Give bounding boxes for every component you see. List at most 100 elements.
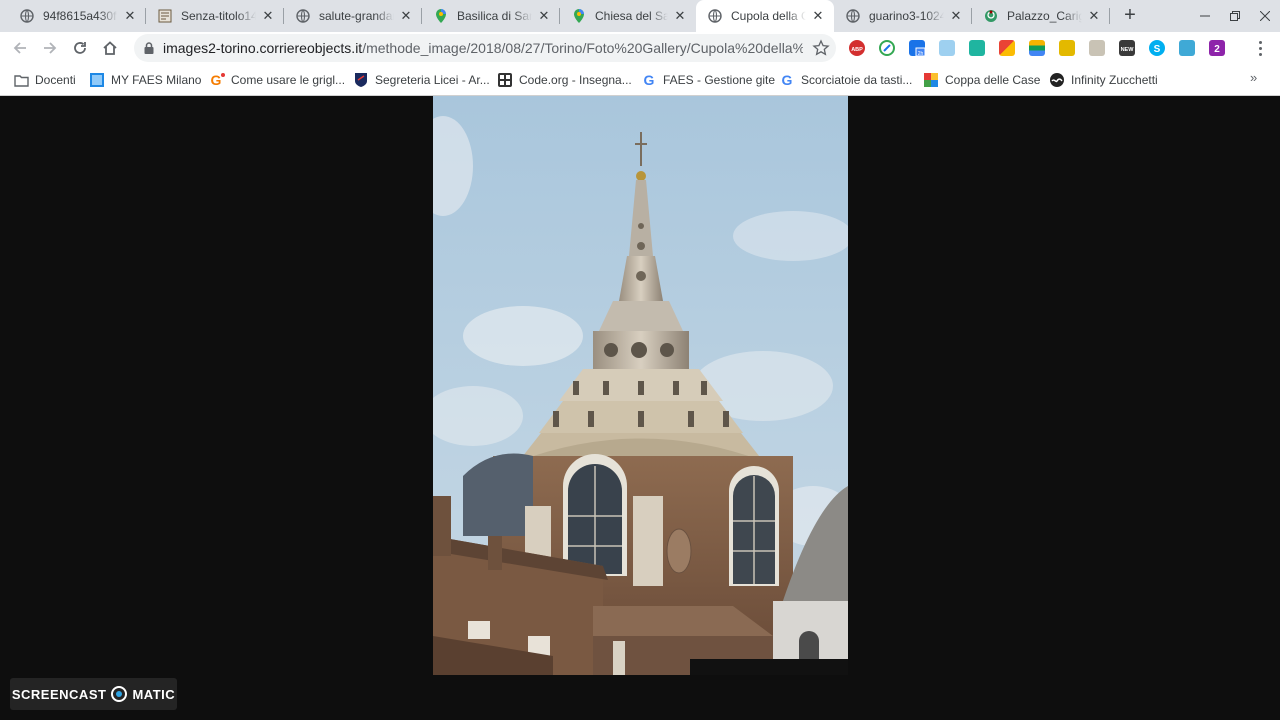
g-orange-icon: G <box>209 72 225 88</box>
bookmark-grigl[interactable]: G Come usare le grigl... <box>209 70 345 90</box>
minimize-icon[interactable] <box>1190 0 1220 32</box>
bookmark-label: Infinity Zucchetti <box>1071 73 1158 87</box>
close-icon[interactable]: ✕ <box>810 8 826 24</box>
tab-title: Senza-titolo14 <box>181 9 256 23</box>
svg-text:S: S <box>1154 44 1161 55</box>
tab-7[interactable]: guarino3-1024 ✕ <box>834 0 972 32</box>
tab-title: salute-grandan <box>319 9 394 23</box>
cloud-extension-icon[interactable] <box>1179 40 1195 56</box>
adblock-icon[interactable]: ABP <box>849 40 865 56</box>
bookmarks-overflow-icon[interactable]: » <box>1250 70 1257 85</box>
window-close-icon[interactable] <box>1250 0 1280 32</box>
restore-icon[interactable] <box>1220 0 1250 32</box>
infinity-icon <box>1049 72 1065 88</box>
bookmark-docenti[interactable]: Docenti <box>13 70 76 90</box>
browser-menu-icon[interactable] <box>1252 37 1268 59</box>
bookmark-label: Code.org - Insegna... <box>519 73 632 87</box>
two-extension-icon[interactable]: 2 <box>1209 40 1225 56</box>
bookmark-label: Coppa delle Case <box>945 73 1041 87</box>
bookmark-label: Docenti <box>35 73 76 87</box>
tab-title: Cupola della C <box>731 9 806 23</box>
close-icon[interactable]: ✕ <box>398 8 414 24</box>
close-icon[interactable]: ✕ <box>672 8 688 24</box>
tab-3[interactable]: salute-grandan ✕ <box>284 0 422 32</box>
bookmark-infinity[interactable]: Infinity Zucchetti <box>1049 70 1158 90</box>
speed-extension-icon[interactable] <box>879 40 895 56</box>
globe-icon <box>845 8 861 24</box>
bookmarks-bar: Docenti MY FAES Milano G Come usare le g… <box>0 64 1280 96</box>
tab-4[interactable]: Basilica di Sant ✕ <box>422 0 560 32</box>
code-org-icon <box>497 72 513 88</box>
screen-extension-icon[interactable] <box>969 40 985 56</box>
image-extension-icon[interactable] <box>939 40 955 56</box>
record-icon <box>111 686 128 702</box>
bookmark-my-faes[interactable]: MY FAES Milano <box>89 70 201 90</box>
close-icon[interactable]: ✕ <box>948 8 964 24</box>
stack-extension-icon[interactable] <box>1029 40 1045 56</box>
globe-icon <box>707 8 723 24</box>
color-extension-icon[interactable] <box>999 40 1015 56</box>
bookmark-segreteria[interactable]: Segreteria Licei - Ar... <box>353 70 490 90</box>
tools-extension-icon[interactable] <box>1059 40 1075 56</box>
tab-8[interactable]: Palazzo_Carign ✕ <box>972 0 1110 32</box>
tab-2[interactable]: Senza-titolo14 ✕ <box>146 0 284 32</box>
faes-icon <box>89 72 105 88</box>
new-extension-icon[interactable]: NEW <box>1119 40 1135 56</box>
tab-active[interactable]: Cupola della C ✕ <box>696 0 834 32</box>
home-icon[interactable] <box>98 36 122 60</box>
address-bar[interactable]: images2-torino.corriereobjects.it/method… <box>134 34 836 62</box>
close-icon[interactable]: ✕ <box>122 8 138 24</box>
reload-icon[interactable] <box>68 36 92 60</box>
bookmark-label: Scorciatoie da tasti... <box>801 73 913 87</box>
bookmark-label: Come usare le grigl... <box>231 73 346 87</box>
screencast-watermark: SCREENCAST MATIC <box>10 678 177 710</box>
close-icon[interactable]: ✕ <box>260 8 276 24</box>
back-icon[interactable] <box>8 36 32 60</box>
browser-toolbar: images2-torino.corriereobjects.it/method… <box>0 32 1280 64</box>
forward-icon[interactable] <box>38 36 62 60</box>
google-icon: G <box>779 72 795 88</box>
svg-text:G: G <box>782 72 793 88</box>
bookmark-faes-gite[interactable]: G FAES - Gestione gite <box>641 70 776 90</box>
tab-5[interactable]: Chiesa del Sant ✕ <box>560 0 696 32</box>
close-icon[interactable]: ✕ <box>1086 8 1102 24</box>
new-tab-button[interactable]: + <box>1118 4 1142 28</box>
tab-strip: 94f8615a430f ✕ Senza-titolo14 ✕ salute-g… <box>0 0 1280 32</box>
url-text[interactable]: images2-torino.corriereobjects.it/method… <box>163 34 803 62</box>
coppa-icon <box>923 72 939 88</box>
dome-photo[interactable] <box>433 96 848 675</box>
tab-title: guarino3-1024 <box>869 9 944 23</box>
url-host: images2-torino.corriereobjects.it <box>163 40 363 56</box>
maps-pin-icon <box>433 8 449 24</box>
skype-icon[interactable]: S <box>1149 40 1165 56</box>
page-viewport <box>0 96 1280 720</box>
svg-text:ABP: ABP <box>851 47 863 53</box>
bookmark-star-icon[interactable] <box>812 39 830 57</box>
tab-1[interactable]: 94f8615a430f ✕ <box>8 0 146 32</box>
globe-icon <box>19 8 35 24</box>
tab-title: 94f8615a430f <box>43 9 117 23</box>
bookmark-label: FAES - Gestione gite <box>663 73 776 87</box>
bookmark-scorciatoie[interactable]: G Scorciatoie da tasti... <box>779 70 913 90</box>
shield-icon <box>353 72 369 88</box>
document-icon <box>157 8 173 24</box>
bookmark-label: Segreteria Licei - Ar... <box>375 73 490 87</box>
globe-icon <box>295 8 311 24</box>
tab-title: Palazzo_Carign <box>1007 9 1082 23</box>
close-icon[interactable]: ✕ <box>536 8 552 24</box>
bookmark-label: MY FAES Milano <box>111 73 202 87</box>
folder-icon <box>13 72 29 88</box>
svg-text:NEW: NEW <box>1121 47 1135 53</box>
tab-title: Basilica di Sant <box>457 9 532 23</box>
tab-title: Chiesa del Sant <box>595 9 668 23</box>
svg-text:2h: 2h <box>918 51 924 56</box>
google-icon: G <box>641 72 657 88</box>
maps-pin-icon <box>571 8 587 24</box>
wikimedia-icon <box>983 8 999 24</box>
svg-text:G: G <box>644 72 655 88</box>
bookmark-coppa[interactable]: Coppa delle Case <box>923 70 1040 90</box>
printer-extension-icon[interactable] <box>1089 40 1105 56</box>
bookmark-code-org[interactable]: Code.org - Insegna... <box>497 70 632 90</box>
lock-icon[interactable] <box>142 41 156 55</box>
calendar-extension-icon[interactable]: 2h <box>909 40 926 57</box>
